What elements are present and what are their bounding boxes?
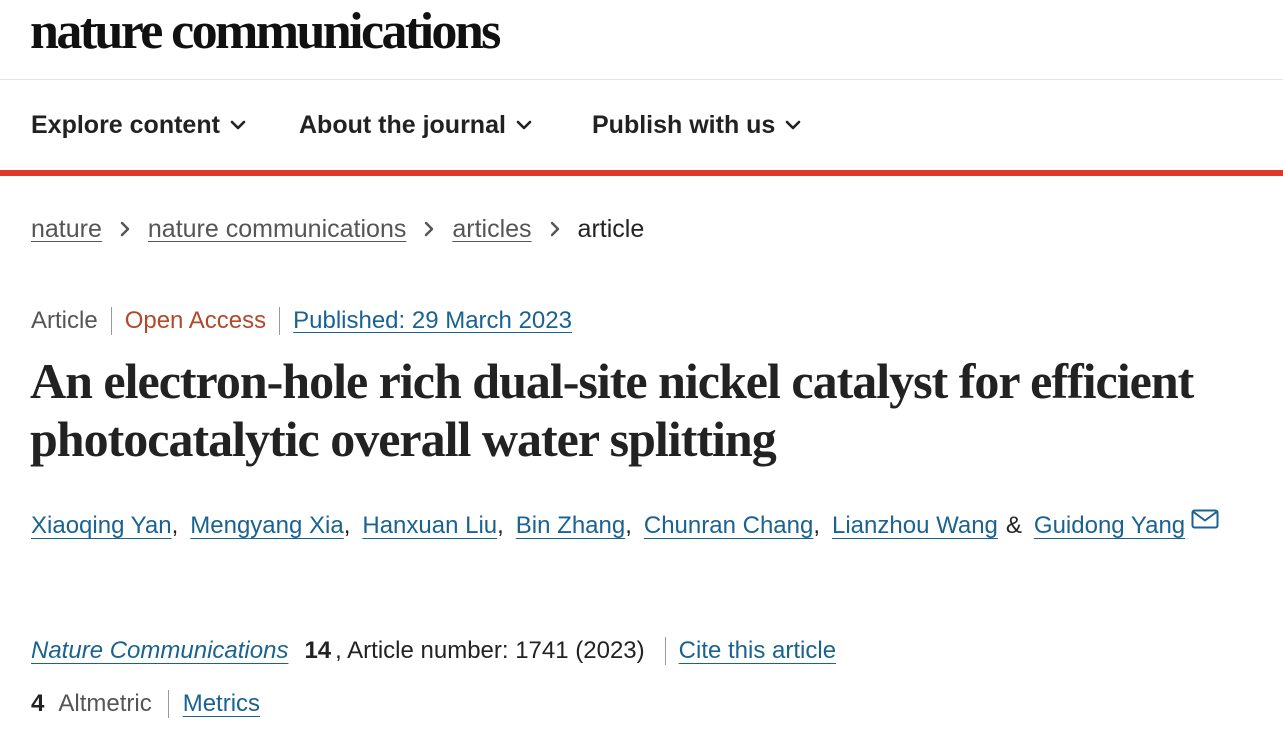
chevron-right-icon	[550, 221, 560, 237]
altmetric-score: 4	[31, 690, 45, 717]
article-title: An electron-hole rich dual-site nickel c…	[30, 353, 1194, 467]
journal-logo[interactable]: nature communications	[30, 2, 501, 62]
article-number: , Article number: 1741 (2023)	[335, 637, 645, 664]
nav-about-the-journal[interactable]: About the journal	[299, 108, 532, 142]
nav-item-label: Explore content	[31, 110, 220, 139]
author-list: Xiaoqing Yan, Mengyang Xia, Hanxuan Liu,…	[31, 506, 1219, 546]
author-link[interactable]: Chunran Chang	[644, 512, 813, 540]
altmetric-label: Altmetric	[58, 690, 152, 717]
author-separator: ,	[625, 512, 632, 539]
article-meta: Article Open Access Published: 29 March …	[31, 303, 572, 339]
chevron-down-icon	[785, 120, 801, 130]
metrics-link[interactable]: Metrics	[167, 690, 260, 718]
published-date-link[interactable]: Published: 29 March 2023	[279, 307, 572, 335]
breadcrumb-link-nature[interactable]: nature	[31, 215, 102, 244]
breadcrumb-link-articles[interactable]: articles	[452, 215, 531, 244]
site-header: nature communications	[0, 0, 1283, 80]
open-access-badge: Open Access	[110, 307, 279, 335]
author-link[interactable]: Bin Zhang	[516, 512, 625, 540]
envelope-icon[interactable]	[1191, 509, 1219, 529]
citation-line: Nature Communications 14 , Article numbe…	[31, 632, 836, 670]
author-link[interactable]: Mengyang Xia	[190, 512, 343, 540]
metrics-line: 4 Altmetric Metrics	[31, 686, 260, 722]
nav-accent-bar	[0, 170, 1283, 176]
author-separator: ,	[171, 512, 179, 539]
chevron-right-icon	[424, 221, 434, 237]
breadcrumb-link-nature-communications[interactable]: nature communications	[148, 215, 406, 244]
journal-link[interactable]: Nature Communications	[31, 637, 288, 665]
nav-explore-content[interactable]: Explore content	[31, 108, 246, 142]
author-conjunction: &	[1005, 512, 1022, 539]
article-type: Article	[31, 307, 98, 334]
author-link-corresponding[interactable]: Guidong Yang	[1034, 512, 1185, 540]
main-navigation: Explore content About the journal Publis…	[0, 80, 1283, 170]
chevron-down-icon	[230, 120, 246, 130]
nav-publish-with-us[interactable]: Publish with us	[592, 108, 801, 142]
author-link[interactable]: Xiaoqing Yan	[31, 512, 172, 540]
breadcrumb: nature nature communications articles ar…	[31, 212, 644, 246]
nav-item-label: About the journal	[299, 110, 506, 139]
author-separator: ,	[813, 512, 820, 539]
author-separator: ,	[497, 512, 504, 539]
author-link[interactable]: Hanxuan Liu	[362, 512, 497, 540]
author-separator: ,	[343, 512, 351, 539]
author-link[interactable]: Lianzhou Wang	[832, 512, 998, 540]
cite-this-article-link[interactable]: Cite this article	[664, 637, 836, 665]
nav-item-label: Publish with us	[592, 110, 776, 139]
volume-number: 14	[304, 637, 332, 664]
chevron-down-icon	[516, 120, 532, 130]
chevron-right-icon	[120, 221, 130, 237]
breadcrumb-current: article	[577, 214, 645, 243]
